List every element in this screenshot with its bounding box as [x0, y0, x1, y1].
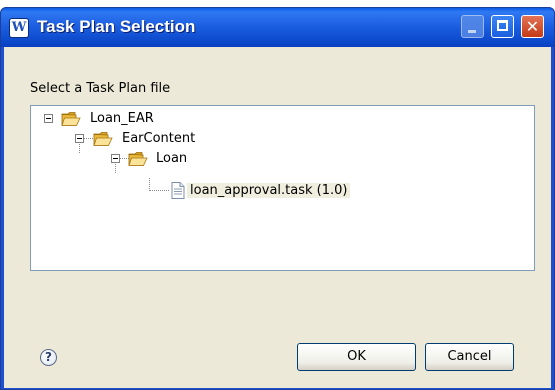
window-title: Task Plan Selection [37, 17, 196, 36]
app-logo-icon: W [10, 19, 28, 37]
tree-node-loan[interactable]: Loan [153, 149, 190, 169]
close-icon: ✕ [525, 17, 540, 36]
tree-node-loan-ear[interactable]: Loan_EAR [87, 109, 157, 129]
help-icon[interactable]: ? [40, 349, 57, 366]
folder-open-icon [61, 112, 81, 126]
title-bar[interactable]: W Task Plan Selection ✕ [1, 8, 554, 47]
tree-node-label: EarContent [122, 131, 196, 146]
collapse-toggle[interactable] [44, 114, 53, 123]
tree-node-loan-approval-task[interactable]: loan_approval.task (1.0) [187, 181, 351, 201]
maximize-icon [497, 20, 508, 31]
collapse-toggle[interactable] [75, 134, 84, 143]
minimize-icon [468, 30, 476, 33]
tree-node-label: Loan [156, 151, 188, 166]
close-button[interactable]: ✕ [521, 15, 544, 38]
app-logo-letter: W [11, 20, 27, 35]
tree-node-earcontent[interactable]: EarContent [119, 129, 198, 149]
ok-button[interactable]: OK [297, 343, 416, 371]
collapse-toggle[interactable] [111, 154, 120, 163]
tree-node-label: Loan_EAR [90, 111, 154, 126]
minimize-button[interactable] [461, 15, 484, 38]
task-plan-tree[interactable]: Loan_EAR EarContent Loan loan_approval.t… [30, 105, 535, 271]
file-icon [171, 182, 185, 199]
tree-connector [149, 190, 169, 191]
dialog-body: Select a Task Plan file Loan_EAR EarCont… [4, 47, 551, 388]
cancel-button[interactable]: Cancel [425, 343, 514, 371]
tree-node-label: loan_approval.task (1.0) [187, 183, 351, 198]
folder-open-icon [128, 152, 148, 166]
dialog-window: W Task Plan Selection ✕ Select a Task Pl… [0, 7, 555, 390]
folder-open-icon [93, 132, 113, 146]
prompt-label: Select a Task Plan file [30, 81, 171, 96]
maximize-button[interactable] [491, 15, 514, 38]
tree-connector [84, 138, 93, 139]
